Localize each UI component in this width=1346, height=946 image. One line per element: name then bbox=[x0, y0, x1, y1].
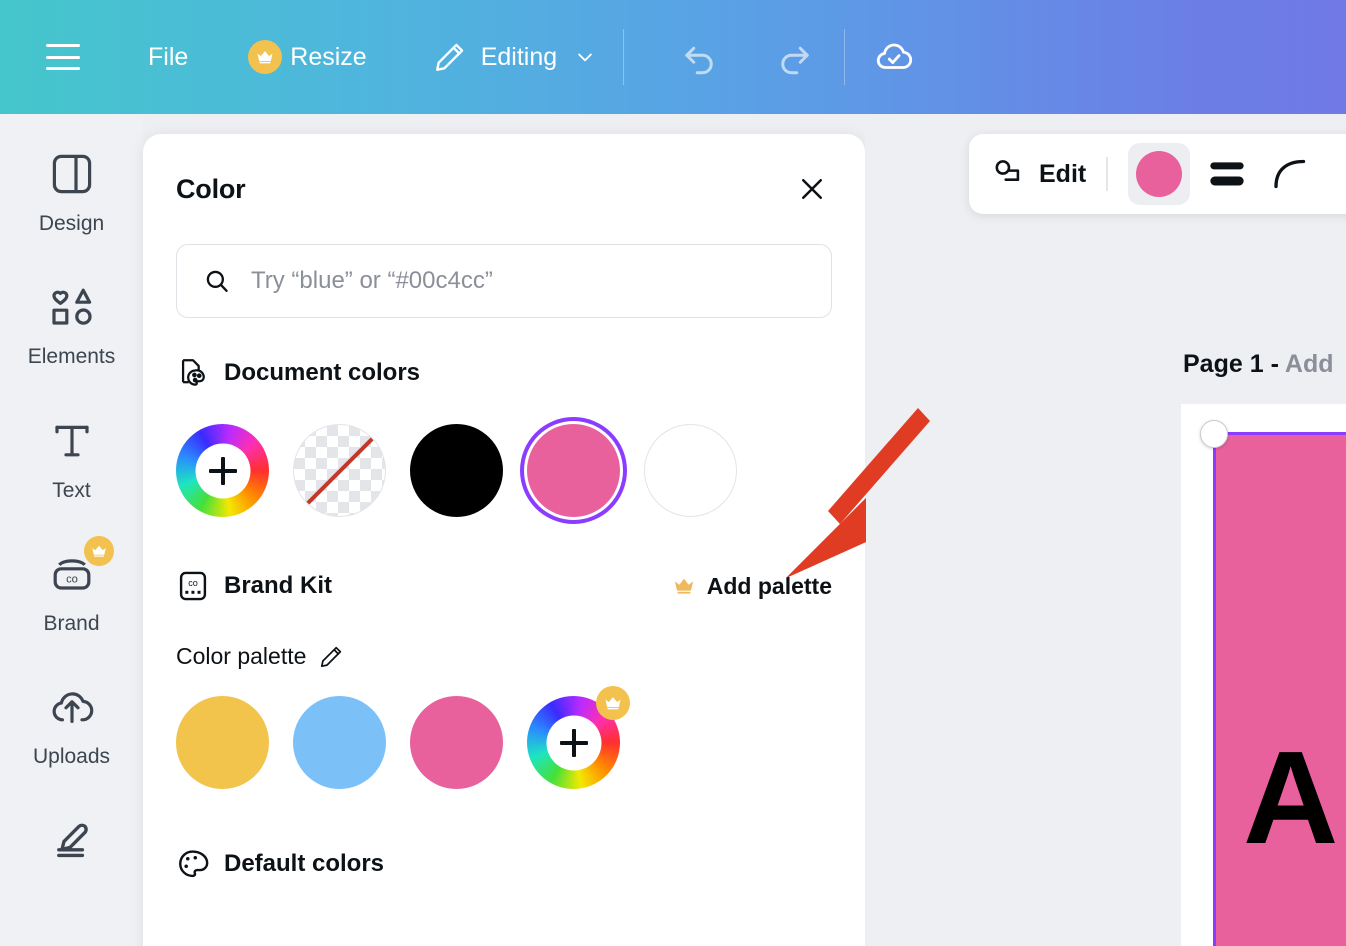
crown-icon bbox=[596, 686, 630, 720]
default-colors-header: Default colors bbox=[176, 847, 832, 881]
sidebar-item-draw[interactable] bbox=[0, 813, 143, 946]
element-color-swatch bbox=[1136, 151, 1183, 197]
left-sidebar: Design Elements Text co Brand Uploads bbox=[0, 114, 143, 946]
page-canvas[interactable]: A bbox=[1181, 404, 1346, 946]
toolbar-divider bbox=[623, 29, 625, 85]
line-weight-button[interactable] bbox=[1200, 147, 1254, 201]
pencil-icon bbox=[435, 43, 463, 71]
search-input[interactable] bbox=[251, 267, 805, 295]
document-colors-title: Document colors bbox=[224, 359, 421, 386]
default-colors-title: Default colors bbox=[224, 850, 385, 877]
brand-color-yellow-swatch[interactable] bbox=[176, 696, 269, 789]
document-color-none-swatch[interactable] bbox=[293, 424, 386, 517]
brand-kit-icon: co bbox=[179, 571, 207, 601]
edit-shape-button[interactable]: Edit bbox=[991, 157, 1086, 191]
color-panel: Color Document colors bbox=[143, 134, 865, 946]
edit-label: Edit bbox=[1039, 159, 1087, 188]
sidebar-item-label: Design bbox=[38, 212, 105, 235]
hamburger-menu-icon[interactable] bbox=[46, 44, 80, 70]
svg-text:co: co bbox=[188, 578, 198, 588]
file-menu-label: File bbox=[148, 42, 189, 71]
uploads-icon bbox=[48, 679, 96, 735]
brand-kit-swatches bbox=[176, 686, 832, 789]
line-curve-icon bbox=[1274, 159, 1306, 189]
toolbar-divider bbox=[1106, 157, 1109, 191]
document-colors-header: Document colors bbox=[176, 356, 832, 390]
brand-color-blue-swatch[interactable] bbox=[293, 696, 386, 789]
line-weight-icon bbox=[1210, 162, 1244, 186]
brand-kit-title: Brand Kit bbox=[224, 572, 332, 599]
brand-icon: co bbox=[48, 535, 114, 602]
elements-icon bbox=[48, 279, 96, 335]
document-color-picker-swatch[interactable] bbox=[176, 424, 269, 517]
color-palette-label: Color palette bbox=[176, 643, 307, 669]
close-icon[interactable] bbox=[792, 169, 832, 209]
sidebar-item-brand[interactable]: co Brand bbox=[0, 535, 143, 679]
pencil-edit-icon[interactable] bbox=[318, 644, 344, 670]
crown-icon bbox=[83, 535, 114, 566]
resize-label: Resize bbox=[290, 42, 367, 71]
toolbar-divider-2 bbox=[844, 29, 846, 85]
redo-icon[interactable] bbox=[774, 36, 816, 78]
sidebar-item-label: Text bbox=[52, 478, 91, 502]
palette-icon bbox=[179, 850, 209, 878]
plus-icon bbox=[208, 456, 237, 485]
color-palette-row: Color palette bbox=[176, 643, 832, 670]
sidebar-item-elements[interactable]: Elements bbox=[0, 279, 143, 412]
line-curve-button[interactable] bbox=[1264, 147, 1318, 201]
add-palette-label: Add palette bbox=[706, 572, 832, 599]
add-palette-button[interactable]: Add palette bbox=[671, 573, 832, 600]
document-color-black-swatch[interactable] bbox=[410, 424, 503, 517]
page-title: Color bbox=[176, 173, 246, 204]
page-label: Page 1 - Add bbox=[1183, 350, 1334, 379]
canvas-area: Edit Page 1 - Add A bbox=[865, 114, 1346, 946]
document-color-pink-swatch-selected[interactable] bbox=[527, 424, 620, 517]
resize-handle-top-left[interactable] bbox=[1200, 420, 1228, 448]
resize-button[interactable]: Resize bbox=[248, 40, 367, 74]
plus-icon bbox=[559, 728, 588, 757]
page-label-add: Add bbox=[1284, 350, 1334, 378]
document-colors-icon bbox=[181, 359, 205, 386]
sidebar-item-text[interactable]: Text bbox=[0, 413, 143, 546]
element-color-swatch-button[interactable] bbox=[1128, 143, 1191, 205]
text-icon bbox=[48, 413, 96, 469]
page-label-separator: - bbox=[1270, 350, 1285, 378]
editing-mode-button[interactable]: Editing bbox=[433, 40, 595, 74]
crown-icon bbox=[248, 40, 283, 74]
page-label-main: Page 1 bbox=[1183, 350, 1271, 378]
document-color-white-swatch[interactable] bbox=[644, 424, 737, 517]
undo-icon[interactable] bbox=[678, 36, 720, 78]
editing-label: Editing bbox=[480, 42, 558, 71]
canva-editor: File Resize Editing Design Elements Text… bbox=[0, 0, 1346, 946]
top-toolbar: File Resize Editing bbox=[0, 0, 1346, 114]
crown-icon bbox=[674, 578, 693, 594]
sidebar-item-uploads[interactable]: Uploads bbox=[0, 679, 143, 812]
cloud-check-icon[interactable] bbox=[873, 36, 915, 78]
document-colors-swatches bbox=[176, 424, 832, 517]
draw-icon bbox=[48, 813, 96, 869]
brand-kit-title-group: co Brand Kit bbox=[176, 569, 332, 603]
sidebar-item-label: Brand bbox=[43, 611, 100, 635]
chevron-down-icon bbox=[578, 53, 592, 62]
color-panel-header: Color bbox=[176, 134, 832, 244]
color-search-box[interactable] bbox=[176, 244, 832, 318]
svg-text:co: co bbox=[66, 574, 78, 586]
search-icon bbox=[206, 270, 228, 292]
brand-color-pink-swatch[interactable] bbox=[410, 696, 503, 789]
selection-border bbox=[1213, 432, 1346, 946]
brand-add-color-swatch[interactable] bbox=[527, 686, 630, 789]
sidebar-item-design[interactable]: Design bbox=[0, 146, 143, 279]
design-icon bbox=[48, 146, 96, 202]
sidebar-item-label: Uploads bbox=[32, 745, 111, 769]
sidebar-item-label: Elements bbox=[27, 345, 116, 369]
element-edit-toolbar: Edit bbox=[969, 134, 1346, 214]
brand-kit-header: co Brand Kit Add palette bbox=[176, 569, 832, 603]
file-menu-button[interactable]: File bbox=[148, 43, 188, 72]
edit-shape-icon bbox=[995, 160, 1020, 181]
